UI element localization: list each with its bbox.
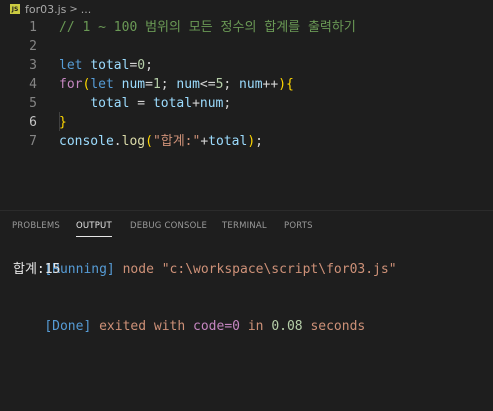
done-text-in: in [240, 319, 272, 334]
code-text: total = total+num; [59, 94, 231, 113]
line-number: 1 [29, 20, 37, 35]
code-token: 1 [152, 77, 161, 92]
code-token: num [199, 96, 224, 111]
output-panel[interactable]: [Running] node "c:\workspace\script\for0… [0, 241, 493, 411]
code-token: ; [160, 77, 177, 92]
done-code-eq: = [224, 319, 233, 334]
code-token: ; [223, 77, 240, 92]
code-token: = [129, 96, 153, 111]
code-editor[interactable]: 1 // 1 ~ 100 범위의 모든 정수의 합계를 출력하기 2 3 let tot… [0, 18, 493, 210]
panel-tab-bar: PROBLEMS OUTPUT DEBUG CONSOLE TERMINAL P… [0, 211, 493, 241]
code-token: = [145, 77, 153, 92]
breadcrumb-separator: > [69, 3, 78, 15]
line-number: 5 [29, 96, 37, 111]
done-tag: [Done] [44, 319, 92, 334]
code-token: ) [247, 134, 256, 149]
code-token: ++ [262, 77, 279, 92]
tab-debug-console[interactable]: DEBUG CONSOLE [130, 211, 207, 241]
code-token: num [121, 77, 146, 92]
code-token: // 1 ~ 100 범위의 모든 정수의 합계를 출력하기 [59, 20, 356, 35]
code-line[interactable]: 2 [0, 37, 493, 56]
done-text-exited: exited with [91, 319, 194, 334]
code-token: ; [255, 134, 263, 149]
line-number: 3 [29, 58, 37, 73]
code-text: let total=0; [59, 56, 153, 75]
code-line[interactable]: 7 console.log("합계:"+total); [0, 132, 493, 151]
code-line[interactable]: 3 let total=0; [0, 56, 493, 75]
line-number: 6 [29, 115, 37, 130]
code-text: console.log("합계:"+total); [59, 132, 263, 151]
code-token: total [152, 96, 193, 111]
code-token: + [200, 134, 209, 149]
code-line[interactable]: 6} [0, 113, 493, 132]
code-token: num [176, 77, 200, 92]
breadcrumb: JS for03.js > ... [0, 0, 493, 18]
code-text: for(let num=1; num<=5; num++){ [59, 75, 294, 94]
code-token: <= [199, 77, 216, 92]
code-token: total [90, 96, 130, 111]
code-token: + [192, 96, 200, 111]
code-token: } [59, 115, 67, 130]
code-token: let [90, 77, 114, 92]
output-result-line: 합계:15 [13, 262, 61, 277]
done-code-label: code [193, 319, 225, 334]
javascript-file-icon: JS [10, 4, 20, 14]
code-text: // 1 ~ 100 범위의 모든 정수의 합계를 출력하기 [59, 18, 356, 37]
done-seconds: 0.08 [271, 319, 303, 334]
code-token: ; [145, 58, 153, 73]
code-token: let [59, 58, 83, 73]
done-code-value: 0 [232, 319, 240, 334]
output-done-line: [Done] exited with code=0 in 0.08 second… [13, 298, 365, 334]
code-token: "합계:" [152, 134, 201, 149]
code-line[interactable]: 5 total = total+num; [0, 94, 493, 113]
line-number: 4 [29, 77, 37, 92]
running-command: node "c:\workspace\script\for03.js" [114, 262, 397, 277]
breadcrumb-more[interactable]: ... [81, 3, 92, 16]
code-token: ) [278, 77, 287, 92]
tab-output[interactable]: OUTPUT [76, 211, 112, 241]
code-token: total [208, 134, 248, 149]
done-text-seconds: seconds [302, 319, 366, 334]
code-token: total [90, 58, 130, 73]
tab-problems[interactable]: PROBLEMS [12, 211, 60, 241]
code-text: } [59, 113, 67, 132]
code-token: console [59, 134, 114, 149]
tab-ports[interactable]: PORTS [284, 211, 313, 241]
code-token: for [59, 77, 83, 92]
line-number: 7 [29, 134, 37, 149]
code-line[interactable]: 1 // 1 ~ 100 범위의 모든 정수의 합계를 출력하기 [0, 18, 493, 37]
code-token: 0 [137, 58, 146, 73]
code-token: ; [223, 96, 232, 111]
code-token: log [121, 134, 146, 149]
output-running-line: [Running] node "c:\workspace\script\for0… [13, 241, 396, 277]
tab-terminal[interactable]: TERMINAL [222, 211, 267, 241]
code-token: { [286, 77, 294, 92]
code-token: . [113, 134, 122, 149]
breadcrumb-file[interactable]: for03.js [25, 3, 66, 16]
code-line[interactable]: 4 for(let num=1; num<=5; num++){ [0, 75, 493, 94]
code-token: num [239, 77, 263, 92]
code-token: ( [145, 134, 153, 149]
line-number: 2 [29, 39, 37, 54]
